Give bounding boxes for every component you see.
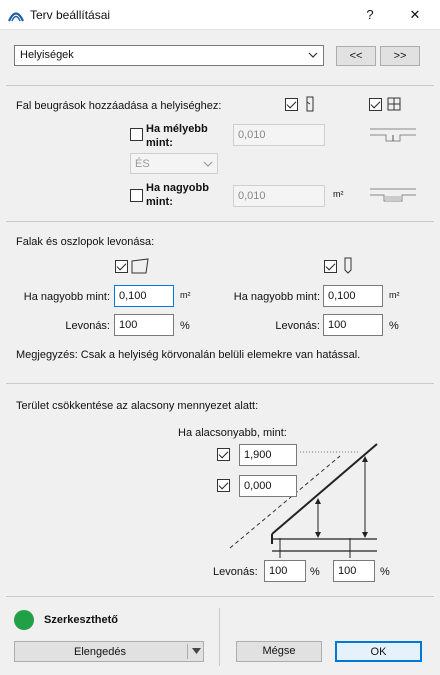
ok-button[interactable]: OK (335, 641, 422, 662)
walls-deduct-unit: % (180, 320, 190, 332)
columns-deduct-unit: % (389, 320, 399, 332)
niche-area-diagram-icon (370, 188, 416, 202)
release-button-label: Elengedés (74, 646, 126, 658)
ceiling-deduct1-input[interactable]: 100 (264, 560, 306, 582)
wall-niches-heading: Fal beugrások hozzáadása a helyiséghez: (16, 100, 222, 112)
logic-select[interactable]: ÉS (130, 153, 218, 174)
deduction-note: Megjegyzés: Csak a helyiség körvonalán b… (16, 349, 361, 361)
help-button[interactable]: ? (360, 5, 380, 25)
walls-deduct-input[interactable]: 100 (114, 314, 174, 336)
height2-checkbox[interactable] (217, 479, 230, 492)
caret-down-icon[interactable] (192, 648, 201, 655)
chevron-down-icon (203, 161, 213, 167)
walls-min-label: Ha nagyobb mint: (23, 291, 110, 303)
niche-wall-checkbox[interactable] (285, 98, 298, 111)
column-shape-icon (344, 257, 352, 274)
status-label: Szerkeszthető (44, 614, 118, 626)
archicad-logo-icon (8, 12, 24, 22)
ceiling-deduct2-unit: % (380, 566, 390, 578)
walls-deduct-label: Levonás: (65, 320, 110, 332)
larger-than-label-1: Ha nagyobb (146, 182, 209, 194)
column-grid-icon (387, 97, 401, 111)
divider (6, 85, 434, 86)
deduct-columns-checkbox[interactable] (324, 260, 337, 273)
walls-min-input[interactable]: 0,100 (114, 285, 174, 307)
niche-depth-diagram-icon (370, 128, 416, 142)
larger-than-input[interactable]: 0,010 (233, 185, 325, 207)
chevron-down-icon (308, 52, 318, 58)
footer-divider (219, 608, 220, 666)
close-button[interactable]: ✕ (405, 5, 425, 25)
panel-select-value: Helyiségek (20, 49, 74, 61)
window-title: Terv beállításai (30, 8, 111, 22)
columns-min-unit: m² (389, 290, 400, 300)
deeper-than-checkbox[interactable] (130, 128, 143, 141)
ceiling-heading: Terület csökkentése az alacsony mennyeze… (16, 400, 259, 412)
cancel-button[interactable]: Mégse (236, 641, 322, 662)
wall-niche-icon (306, 96, 314, 112)
height1-input[interactable]: 1,900 (239, 444, 297, 466)
ceiling-deduct-label: Levonás: (213, 566, 258, 578)
larger-than-checkbox[interactable] (130, 189, 143, 202)
larger-than-unit: m² (333, 189, 344, 199)
walls-min-unit: m² (180, 290, 191, 300)
logic-select-value: ÉS (135, 158, 150, 170)
columns-deduct-input[interactable]: 100 (323, 314, 383, 336)
divider (6, 221, 434, 222)
height2-input[interactable]: 0,000 (239, 475, 297, 497)
height1-checkbox[interactable] (217, 448, 230, 461)
title-bar: Terv beállításai ? ✕ (0, 0, 440, 30)
next-button[interactable]: >> (380, 46, 420, 66)
split-divider (187, 644, 188, 659)
columns-deduct-label: Levonás: (275, 320, 320, 332)
deeper-than-label-2: mint: (146, 137, 173, 149)
columns-min-input[interactable]: 0,100 (323, 285, 383, 307)
release-button[interactable]: Elengedés (14, 641, 204, 662)
larger-than-label-2: mint: (146, 196, 173, 208)
niche-column-checkbox[interactable] (369, 98, 382, 111)
ceiling-deduct2-input[interactable]: 100 (333, 560, 375, 582)
status-indicator-icon (14, 610, 34, 630)
deduction-heading: Falak és oszlopok levonása: (16, 236, 155, 248)
divider (6, 383, 434, 384)
wall-shape-icon (131, 258, 149, 274)
ceiling-deduct1-unit: % (310, 566, 320, 578)
deduct-walls-checkbox[interactable] (115, 260, 128, 273)
panel-select[interactable]: Helyiségek (14, 45, 324, 66)
deeper-than-input[interactable]: 0,010 (233, 124, 325, 146)
deeper-than-label-1: Ha mélyebb (146, 123, 208, 135)
divider (6, 596, 434, 597)
prev-button[interactable]: << (336, 46, 376, 66)
columns-min-label: Ha nagyobb mint: (233, 291, 320, 303)
